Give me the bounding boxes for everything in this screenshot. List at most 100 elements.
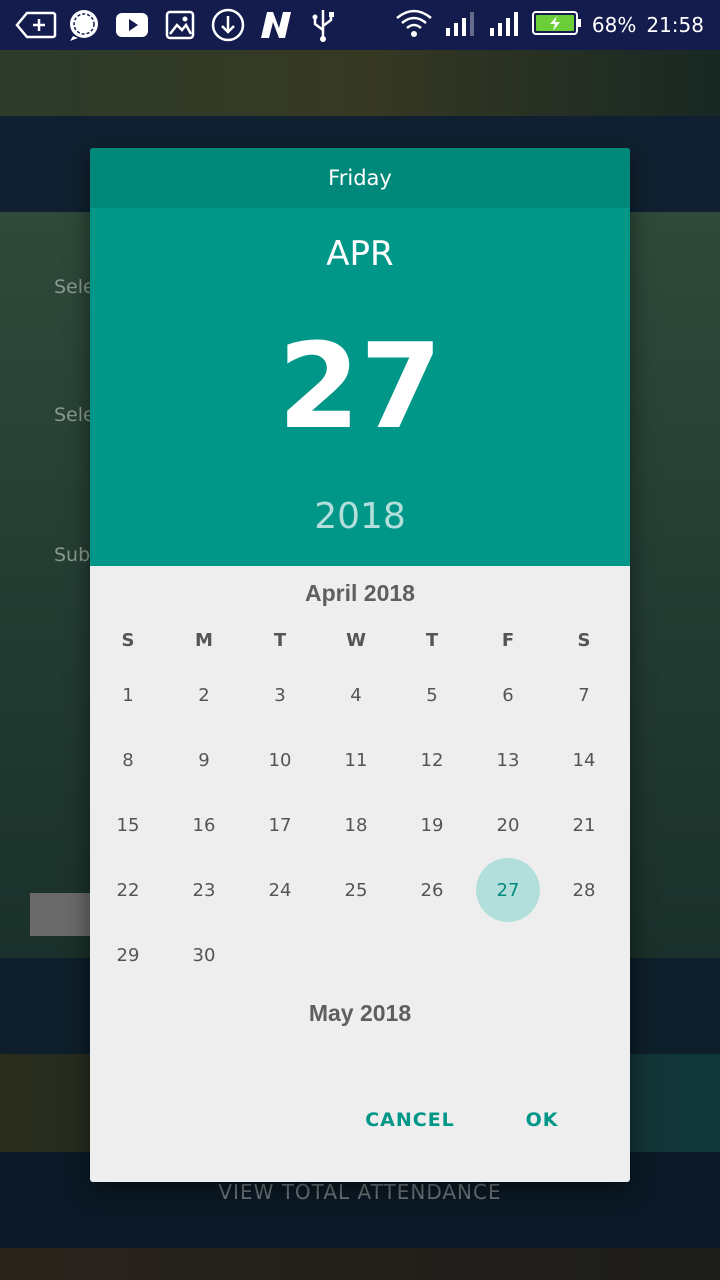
calendar-day[interactable]: 2 [166,663,242,728]
calendar-day[interactable]: 4 [318,663,394,728]
calendar-day-label: 10 [268,750,292,771]
calendar-day-label: 21 [572,815,596,836]
weekday-label: T [425,630,439,651]
calendar-day-label: 5 [426,685,438,706]
calendar-day[interactable]: 3 [242,663,318,728]
calendar-day-label: 29 [116,945,140,966]
calendar-day[interactable]: 1 [90,663,166,728]
background-label-2: Sele [54,404,95,426]
calendar-day-selected[interactable]: 27 [470,858,546,923]
signal-icon [444,8,478,43]
status-bar: 68% 21:58 [0,0,720,50]
chat-bubble-icon [66,9,102,41]
calendar-day-label: 18 [344,815,368,836]
dialog-actions: CANCEL OK [90,1098,630,1148]
background-label-1: Sele [54,276,95,298]
calendar-day[interactable]: 21 [546,793,622,858]
calendar-day-label: 6 [502,685,514,706]
calendar-day-label: 4 [350,685,362,706]
background-band [0,1248,720,1280]
calendar-day-label: 23 [192,880,216,901]
cancel-button[interactable]: CANCEL [360,1098,460,1142]
calendar-day-label: 14 [572,750,596,771]
calendar-day[interactable]: 25 [318,858,394,923]
calendar-day[interactable]: 17 [242,793,318,858]
battery-percent: 68% [591,13,637,37]
calendar-day-label: 28 [572,880,596,901]
calendar-day-label: 3 [274,685,286,706]
calendar-day[interactable]: 14 [546,728,622,793]
calendar-day-label: 26 [420,880,444,901]
selected-month[interactable]: APR [90,234,630,274]
calendar-day[interactable]: 13 [470,728,546,793]
selected-day[interactable]: 27 [90,316,630,456]
calendar-day-label: 12 [420,750,444,771]
calendar-day[interactable]: 10 [242,728,318,793]
calendar-day[interactable]: 28 [546,858,622,923]
calendar-day-label: 24 [268,880,292,901]
n-app-icon [258,9,294,41]
calendar-day-label: 11 [344,750,368,771]
calendar-day-label: 22 [116,880,140,901]
date-picker-dialog: Friday APR 27 2018 April 2018 S M T W T … [90,148,630,1182]
gallery-icon [164,9,196,41]
calendar-day[interactable]: 18 [318,793,394,858]
calendar-day[interactable]: 30 [166,923,242,988]
usb-icon [308,9,338,42]
wifi-icon [394,7,434,44]
calendar-day[interactable]: 8 [90,728,166,793]
calendar-day[interactable]: 26 [394,858,470,923]
calendar-day-label: 16 [192,815,216,836]
calendar-day[interactable]: 20 [470,793,546,858]
calendar-day[interactable]: 16 [166,793,242,858]
calendar-day[interactable]: 5 [394,663,470,728]
ok-button[interactable]: OK [500,1098,584,1142]
weekday-header-row: S M T W T F S [90,630,630,660]
calendar-day[interactable]: 23 [166,858,242,923]
calendar-grid: 1 2 3 4 5 6 7 8 9 10 11 12 13 14 15 16 17 18 19 20 21 22 23 24 2… [90,663,630,988]
calendar-day-label: 13 [496,750,520,771]
background-button [30,893,92,936]
add-icon [14,9,58,41]
weekday-label: T [273,630,287,651]
clock: 21:58 [646,13,704,37]
calendar-day[interactable]: 29 [90,923,166,988]
calendar-day-label: 15 [116,815,140,836]
calendar-day[interactable]: 15 [90,793,166,858]
signal-icon-2 [488,8,522,43]
calendar-day-label: 7 [578,685,590,706]
calendar-day-label: 20 [496,815,520,836]
weekday-label: S [121,630,135,651]
calendar-day[interactable]: 11 [318,728,394,793]
calendar-day-label: 30 [192,945,216,966]
view-total-attendance-button: VIEW TOTAL ATTENDANCE [218,1180,502,1204]
calendar-day-label: 2 [198,685,210,706]
calendar-day[interactable]: 6 [470,663,546,728]
background-toolbar [0,50,720,116]
calendar-day-label: 9 [198,750,210,771]
calendar-day[interactable]: 24 [242,858,318,923]
weekday-label: S [577,630,591,651]
selected-weekday: Friday [90,148,630,208]
calendar-day[interactable]: 9 [166,728,242,793]
date-picker-header: Friday APR 27 2018 [90,148,630,566]
selected-year[interactable]: 2018 [90,496,630,537]
month-title: April 2018 [305,580,415,606]
weekday-label: F [501,630,515,651]
calendar-day-label: 1 [122,685,134,706]
download-icon [210,8,246,42]
calendar-day-label: 19 [420,815,444,836]
background-label-3: Sub [54,544,91,566]
status-right: 68% 21:58 [394,0,704,50]
weekday-label: M [195,630,213,651]
calendar-day[interactable]: 19 [394,793,470,858]
calendar-day-label: 8 [122,750,134,771]
calendar-day[interactable]: 7 [546,663,622,728]
youtube-icon [114,9,150,41]
calendar-day[interactable]: 22 [90,858,166,923]
weekday-label: W [346,630,366,651]
calendar-day-label: 25 [344,880,368,901]
battery-charging-icon [531,10,582,41]
calendar-day[interactable]: 12 [394,728,470,793]
next-month-title: May 2018 [308,1000,412,1026]
